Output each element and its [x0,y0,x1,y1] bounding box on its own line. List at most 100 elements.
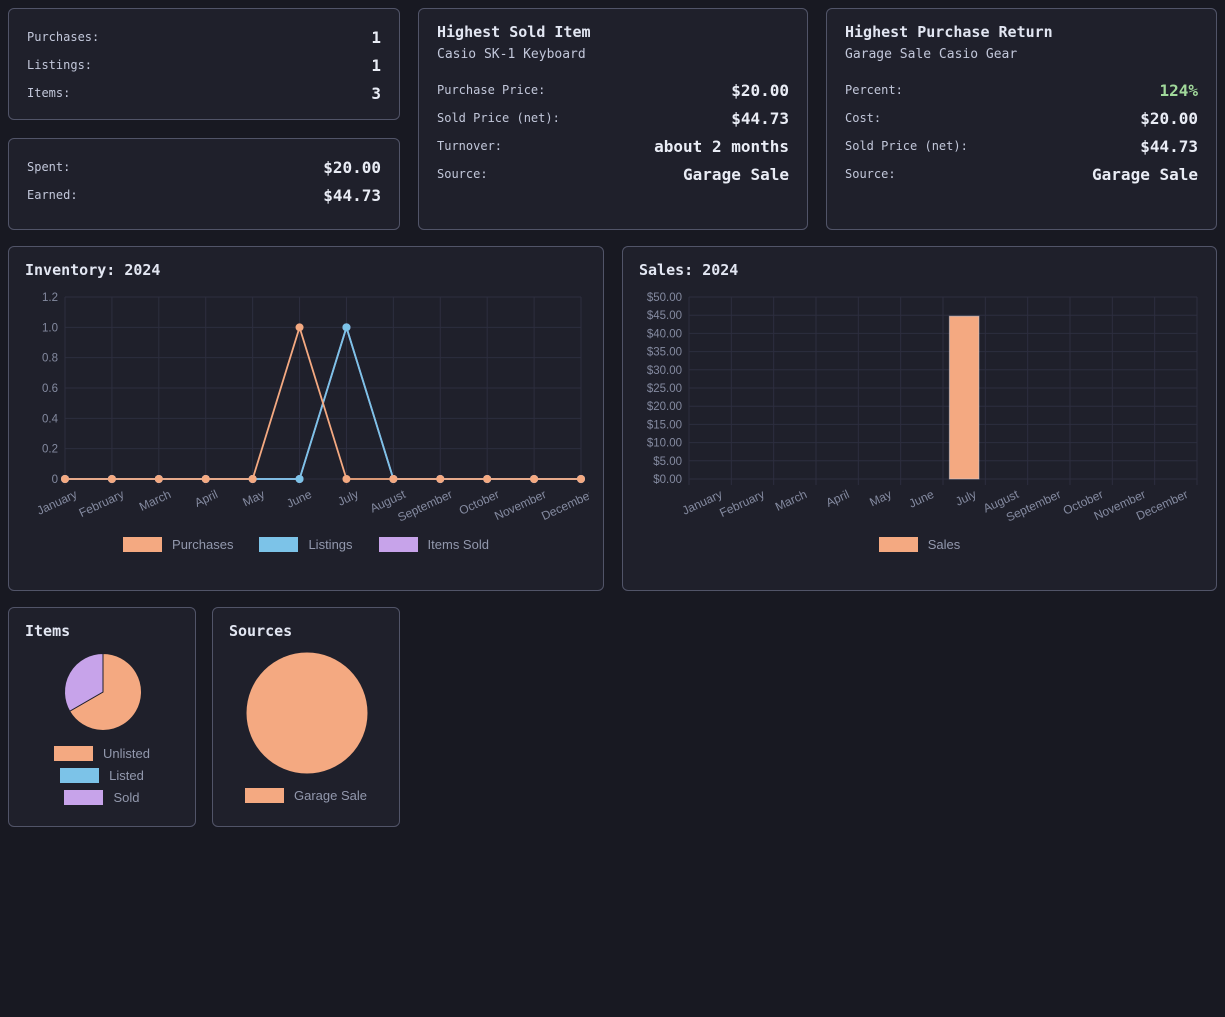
percent-value: 124% [1159,81,1198,100]
sources-chart-title: Sources [229,622,383,640]
purchase-price-label: Purchase Price: [437,83,545,97]
cost-value: $20.00 [1140,109,1198,128]
sales-legend: Sales [639,537,1200,552]
series-purchases-point [155,475,163,483]
legend-item-listings[interactable]: Listings [259,537,352,552]
stat-row-listings: Listings: 1 [27,51,381,79]
y-tick-label: 0.6 [42,383,58,395]
x-tick-label: June [907,487,937,511]
earned-value: $44.73 [323,186,381,205]
series-listings-point [342,323,350,331]
highest-sold-card: Highest Sold Item Casio SK-1 Keyboard Pu… [418,8,808,230]
series-purchases-point [530,475,538,483]
y-tick-label: $50.00 [647,292,682,304]
stats-column: Purchases: 1 Listings: 1 Items: 3 Spent:… [8,8,400,230]
legend-swatch [64,790,103,805]
inventory-chart-title: Inventory: 2024 [25,261,587,279]
return-sold-price-label: Sold Price (net): [845,139,968,153]
legend-label: Listed [109,768,144,783]
series-purchases-point [577,475,585,483]
legend-item-unlisted[interactable]: Unlisted [54,746,150,761]
legend-item-sales[interactable]: Sales [879,537,961,552]
series-purchases-point [483,475,491,483]
y-tick-label: $10.00 [647,438,682,450]
series-purchases-point [436,475,444,483]
highest-return-card: Highest Purchase Return Garage Sale Casi… [826,8,1217,230]
y-tick-label: $35.00 [647,347,682,359]
legend-label: Purchases [172,537,233,552]
counts-card: Purchases: 1 Listings: 1 Items: 3 [8,8,400,120]
source-value: Garage Sale [683,165,789,184]
legend-item-purchases[interactable]: Purchases [123,537,233,552]
y-tick-label: $45.00 [647,310,682,322]
series-listings-point [296,475,304,483]
earned-label: Earned: [27,188,78,202]
legend-label: Listings [308,537,352,552]
y-tick-label: 1.2 [42,292,58,304]
y-tick-label: $5.00 [653,456,682,468]
listings-value: 1 [371,56,381,75]
stat-row-purchase-price: Purchase Price: $20.00 [437,76,789,104]
y-tick-label: 1.0 [42,322,58,334]
sold-price-value: $44.73 [731,109,789,128]
inventory-chart-card: Inventory: 2024 0 0.2 0.4 0.6 0.8 1.0 1.2 Janua… [8,246,604,591]
series-purchases-point [249,475,257,483]
series-purchases-point [61,475,69,483]
dashboard: Purchases: 1 Listings: 1 Items: 3 Spent:… [8,8,1217,827]
inventory-line-chart: 00.20.40.60.81.01.2JanuaryFebruaryMarchA… [25,285,589,535]
items-chart-card: Items UnlistedListedSold [8,607,196,827]
y-tick-label: 0 [52,474,58,486]
series-purchases-point [342,475,350,483]
x-tick-label: June [284,487,314,511]
legend-swatch [259,537,298,552]
y-tick-label: 0.8 [42,353,58,365]
sources-chart-card: Sources Garage Sale [212,607,400,827]
highest-return-subtitle: Garage Sale Casio Gear [845,47,1198,62]
x-tick-label: April [192,487,220,510]
x-tick-label: July [953,487,978,509]
series-purchases-point [202,475,210,483]
items-value: 3 [371,84,381,103]
legend-swatch [879,537,918,552]
legend-item-garage-sale[interactable]: Garage Sale [245,788,367,803]
stat-row-spent: Spent: $20.00 [27,153,381,181]
bar-july [949,316,979,479]
cost-label: Cost: [845,111,881,125]
series-purchases-line [65,327,581,479]
series-purchases-point [389,475,397,483]
y-tick-label: $30.00 [647,365,682,377]
highest-sold-subtitle: Casio SK-1 Keyboard [437,47,789,62]
turnover-value: about 2 months [654,137,789,156]
stat-row-items: Items: 3 [27,79,381,107]
series-purchases-point [108,475,116,483]
legend-item-sold[interactable]: Sold [64,790,139,805]
x-tick-label: March [137,487,173,514]
x-tick-label: May [240,487,266,509]
x-tick-label: March [773,487,809,514]
x-tick-label: May [867,487,893,509]
spent-value: $20.00 [323,158,381,177]
legend-label: Sold [113,790,139,805]
items-label: Items: [27,86,70,100]
stat-row-return-source: Source: Garage Sale [845,160,1198,188]
purchase-price-value: $20.00 [731,81,789,100]
legend-swatch [54,746,93,761]
legend-item-items-sold[interactable]: Items Sold [379,537,489,552]
stat-row-return-sold-price: Sold Price (net): $44.73 [845,132,1198,160]
x-tick-label: January [35,487,80,518]
legend-label: Items Sold [428,537,489,552]
legend-swatch [60,768,99,783]
y-tick-label: $0.00 [653,474,682,486]
x-tick-label: April [824,487,852,510]
y-tick-label: 0.2 [42,444,58,456]
summary-row: Purchases: 1 Listings: 1 Items: 3 Spent:… [8,8,1217,230]
highest-sold-title: Highest Sold Item [437,23,789,41]
y-tick-label: 0.4 [42,413,59,425]
legend-item-listed[interactable]: Listed [60,768,144,783]
sales-chart-card: Sales: 2024 $0.00$5.00$10.00$15.00$20.00… [622,246,1217,591]
sources-pie-chart [229,646,385,780]
x-tick-label: November [492,487,548,523]
pies-row: Items UnlistedListedSold Sources Garage … [8,607,1217,827]
sales-bar-chart: $0.00$5.00$10.00$15.00$20.00$25.00$30.00… [639,285,1202,535]
inventory-legend: Purchases Listings Items Sold [25,537,587,552]
